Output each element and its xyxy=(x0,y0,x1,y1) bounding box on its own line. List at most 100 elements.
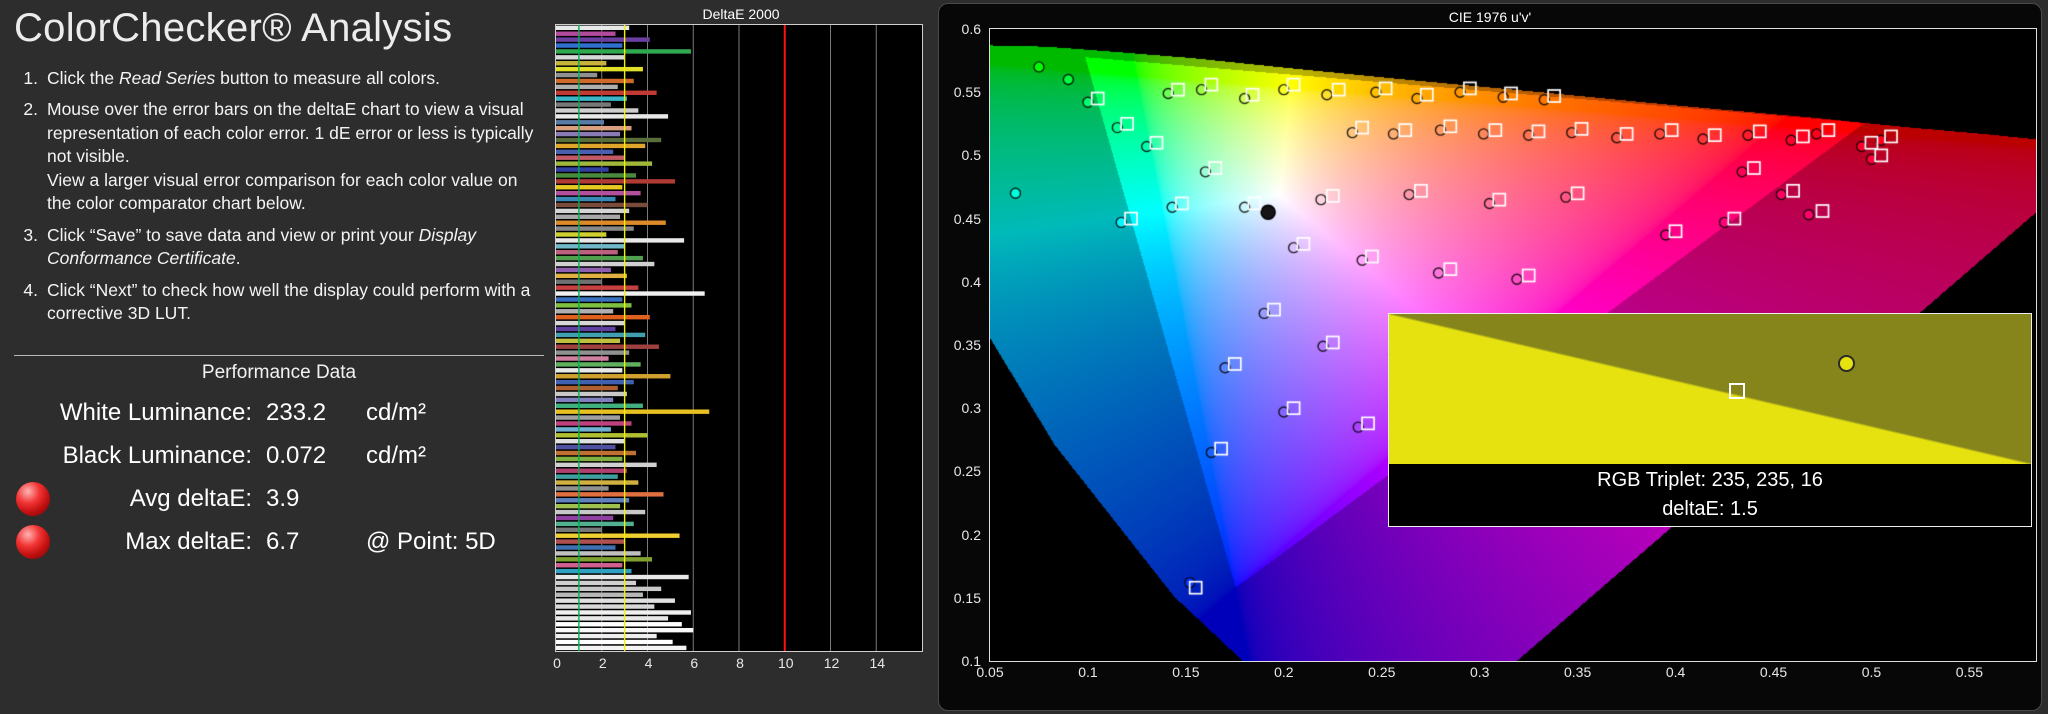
deltae-bar[interactable] xyxy=(556,321,625,325)
deltae-bar[interactable] xyxy=(556,598,675,602)
deltae-bar[interactable] xyxy=(556,161,652,165)
deltae-bar[interactable] xyxy=(556,522,634,526)
deltae-bar[interactable] xyxy=(556,114,668,118)
deltae-bar[interactable] xyxy=(556,362,641,366)
deltae-bar[interactable] xyxy=(556,610,691,614)
deltae-bar[interactable] xyxy=(556,498,629,502)
deltae-bar[interactable] xyxy=(556,386,618,390)
deltae-bar[interactable] xyxy=(556,61,606,65)
deltae-bar[interactable] xyxy=(556,634,657,638)
deltae-bar[interactable] xyxy=(556,510,645,514)
deltae-bar[interactable] xyxy=(556,108,638,112)
deltae-bar[interactable] xyxy=(556,262,654,266)
deltae-bar[interactable] xyxy=(556,622,682,626)
deltae-bar[interactable] xyxy=(556,73,597,77)
deltae-bar[interactable] xyxy=(556,244,625,248)
deltae-bar[interactable] xyxy=(556,49,691,53)
deltae-bar[interactable] xyxy=(556,232,606,236)
deltae-bar[interactable] xyxy=(556,593,643,597)
deltae-bar[interactable] xyxy=(556,339,620,343)
deltae-bar[interactable] xyxy=(556,91,657,95)
deltae-bar[interactable] xyxy=(556,209,629,213)
deltae-bar[interactable] xyxy=(556,551,641,555)
deltae-bar[interactable] xyxy=(556,533,680,537)
deltae-bar[interactable] xyxy=(556,150,613,154)
deltae-bar[interactable] xyxy=(556,392,627,396)
deltae-bar[interactable] xyxy=(556,303,631,307)
deltae-bar[interactable] xyxy=(556,37,650,41)
deltae-bar[interactable] xyxy=(556,350,629,354)
deltae-bar[interactable] xyxy=(556,85,618,89)
deltae-bar[interactable] xyxy=(556,616,668,620)
deltae-bar[interactable] xyxy=(556,274,627,278)
deltae-bar[interactable] xyxy=(556,250,618,254)
deltae-bar[interactable] xyxy=(556,604,654,608)
deltae-bar[interactable] xyxy=(556,120,604,124)
deltae-bar[interactable] xyxy=(556,315,650,319)
deltae-bar[interactable] xyxy=(556,197,615,201)
deltae-bar[interactable] xyxy=(556,179,675,183)
deltae-bar[interactable] xyxy=(556,356,609,360)
cie-diagram[interactable]: RGB Triplet: 235, 235, 16 deltaE: 1.5 xyxy=(989,28,2037,662)
deltae-bar[interactable] xyxy=(556,545,615,549)
deltae-bar[interactable] xyxy=(556,516,613,520)
deltae-bar[interactable] xyxy=(556,67,643,71)
deltae-bar[interactable] xyxy=(556,445,615,449)
deltae-bar[interactable] xyxy=(556,156,625,160)
deltae-bar[interactable] xyxy=(556,587,661,591)
deltae-bars[interactable] xyxy=(556,25,922,651)
deltae-bar[interactable] xyxy=(556,226,634,230)
deltae-bar[interactable] xyxy=(556,132,620,136)
deltae-bar[interactable] xyxy=(556,504,620,508)
deltae-bar[interactable] xyxy=(556,380,634,384)
deltae-bar[interactable] xyxy=(556,215,620,219)
deltae-bar[interactable] xyxy=(556,415,620,419)
deltae-bar[interactable] xyxy=(556,238,684,242)
deltae-bar[interactable] xyxy=(556,474,618,478)
deltae-bar[interactable] xyxy=(556,480,638,484)
deltae-bar[interactable] xyxy=(556,185,622,189)
deltae-bar[interactable] xyxy=(556,539,625,543)
deltae-bar[interactable] xyxy=(556,492,664,496)
deltae-bar[interactable] xyxy=(556,457,622,461)
deltae-bar[interactable] xyxy=(556,439,625,443)
deltae-bar[interactable] xyxy=(556,32,615,36)
deltae-bar[interactable] xyxy=(556,55,625,59)
deltae-bar[interactable] xyxy=(556,463,657,467)
deltae-bar[interactable] xyxy=(556,486,609,490)
deltae-chart[interactable] xyxy=(555,24,923,652)
deltae-bar[interactable] xyxy=(556,333,645,337)
deltae-bar[interactable] xyxy=(556,646,686,650)
deltae-bar[interactable] xyxy=(556,569,631,573)
deltae-bar[interactable] xyxy=(556,557,652,561)
deltae-bar[interactable] xyxy=(556,96,627,100)
deltae-bar[interactable] xyxy=(556,285,638,289)
deltae-bar[interactable] xyxy=(556,398,613,402)
deltae-bar[interactable] xyxy=(556,102,611,106)
deltae-bar[interactable] xyxy=(556,374,670,378)
deltae-bar[interactable] xyxy=(556,563,622,567)
deltae-bar[interactable] xyxy=(556,309,613,313)
deltae-bar[interactable] xyxy=(556,575,689,579)
deltae-bar[interactable] xyxy=(556,297,622,301)
deltae-bar[interactable] xyxy=(556,43,622,47)
deltae-bar[interactable] xyxy=(556,144,645,148)
deltae-bar[interactable] xyxy=(556,640,673,644)
deltae-bar[interactable] xyxy=(556,167,609,171)
deltae-bar[interactable] xyxy=(556,79,634,83)
deltae-bar[interactable] xyxy=(556,421,631,425)
deltae-bar[interactable] xyxy=(556,345,659,349)
deltae-bar[interactable] xyxy=(556,433,648,437)
deltae-bar[interactable] xyxy=(556,327,615,331)
deltae-bar[interactable] xyxy=(556,138,661,142)
deltae-bar[interactable] xyxy=(556,268,611,272)
deltae-bar[interactable] xyxy=(556,126,631,130)
deltae-bar[interactable] xyxy=(556,427,611,431)
deltae-bar[interactable] xyxy=(556,469,627,473)
deltae-bar[interactable] xyxy=(556,368,622,372)
deltae-bar[interactable] xyxy=(556,26,629,30)
deltae-bar[interactable] xyxy=(556,203,648,207)
deltae-bar[interactable] xyxy=(556,191,641,195)
deltae-bar[interactable] xyxy=(556,256,643,260)
deltae-bar[interactable] xyxy=(556,220,666,224)
